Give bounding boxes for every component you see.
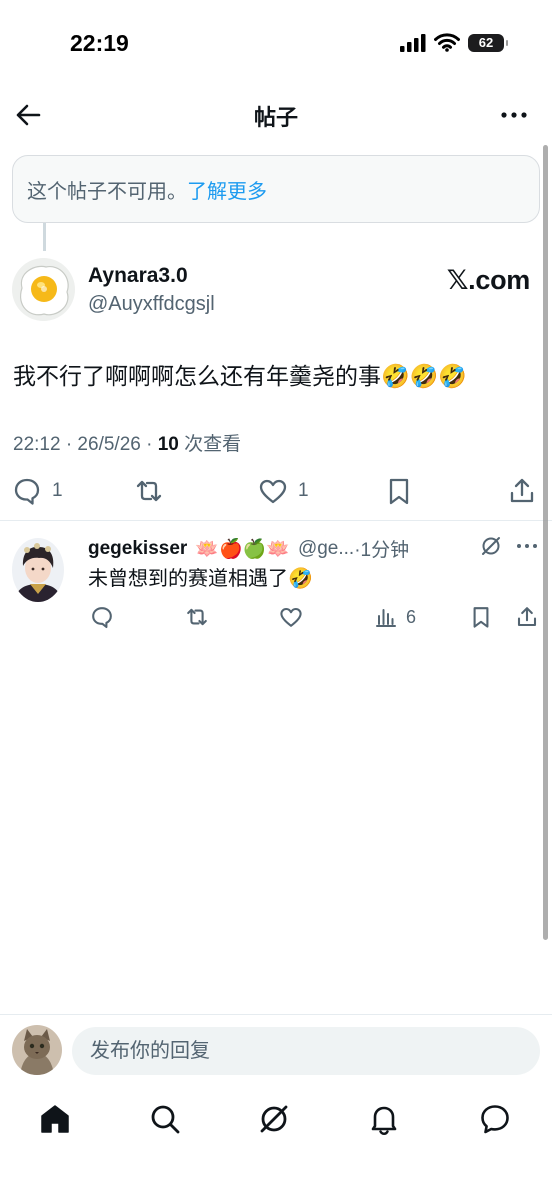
- like-count: 1: [298, 480, 309, 501]
- search-icon: [151, 1105, 180, 1134]
- author-name[interactable]: Aynara3.0: [88, 264, 188, 288]
- heart-icon: [259, 479, 287, 504]
- cat-avatar-image: [12, 1025, 62, 1075]
- reply-text: 未曾想到的赛道相遇了🤣: [88, 568, 313, 590]
- retweet-icon: [136, 480, 162, 502]
- more-horizontal-icon: [517, 544, 537, 548]
- reply-views-button[interactable]: 6: [374, 605, 416, 629]
- bar-chart-icon: [376, 609, 396, 627]
- reply-author-name[interactable]: gegekisser: [88, 538, 187, 560]
- author-avatar[interactable]: [12, 258, 75, 321]
- reply-author-handle[interactable]: @ge...: [298, 538, 354, 560]
- reply-author-emojis: 🪷🍎🍏🪷: [195, 538, 290, 560]
- unavailable-post-notice: 这个帖子不可用。 了解更多: [12, 155, 540, 223]
- tweet-text: 我不行了啊啊啊怎么还有年羹尧的事🤣🤣🤣: [13, 363, 467, 389]
- share-icon: [510, 478, 534, 503]
- more-horizontal-icon: [501, 112, 527, 118]
- reply-share-button[interactable]: [515, 605, 539, 629]
- more-options-button[interactable]: [500, 106, 528, 124]
- like-button[interactable]: 1: [258, 476, 309, 506]
- retweet-button[interactable]: [134, 476, 164, 506]
- x-com-watermark: 𝕏.com: [446, 265, 531, 295]
- reply-author-avatar[interactable]: [12, 538, 64, 602]
- wifi-icon: [434, 33, 460, 52]
- comment-icon: [14, 478, 40, 505]
- share-button[interactable]: [507, 476, 537, 506]
- view-count: 10: [157, 434, 179, 455]
- reply-bookmark-button[interactable]: [469, 605, 493, 629]
- reply-more-button[interactable]: [516, 540, 538, 552]
- home-icon: [41, 1105, 69, 1133]
- nav-notifications[interactable]: [367, 1102, 401, 1136]
- notice-text: 这个帖子不可用。: [27, 180, 187, 203]
- bookmark-button[interactable]: [384, 476, 414, 506]
- page-title: 帖子: [253, 105, 298, 130]
- nav-grok[interactable]: [257, 1102, 291, 1136]
- compose-divider: [0, 1014, 552, 1015]
- reply-reply-button[interactable]: [90, 605, 114, 629]
- reply-button[interactable]: 1: [12, 476, 63, 506]
- nav-search[interactable]: [148, 1102, 182, 1136]
- reply-header: gegekisser 🪷🍎🍏🪷 @ge... ·1分钟: [88, 535, 409, 562]
- status-icons: 62: [400, 33, 508, 52]
- author-handle[interactable]: @Auyxffdcgsjl: [88, 293, 215, 316]
- nav-home[interactable]: [38, 1102, 72, 1136]
- learn-more-link[interactable]: 了解更多: [187, 175, 267, 204]
- divider: [0, 520, 552, 521]
- thread-connector-line: [43, 223, 46, 251]
- message-icon: [481, 1105, 509, 1134]
- grok-icon: [482, 537, 500, 555]
- reply-time: ·1分钟: [354, 540, 410, 561]
- reply-compose-input[interactable]: [72, 1027, 540, 1075]
- anime-character-avatar-image: [12, 538, 64, 602]
- reply-count: 1: [52, 480, 63, 501]
- status-time: 22:19: [70, 30, 129, 56]
- heart-icon: [280, 607, 302, 627]
- nav-messages[interactable]: [478, 1102, 512, 1136]
- tweet-meta: 22:12 · 26/5/26 · 10 次查看: [13, 429, 241, 456]
- reply-retweet-button[interactable]: [185, 605, 209, 629]
- bookmark-icon: [473, 607, 489, 628]
- view-label: 次查看: [178, 434, 242, 455]
- battery-indicator: 62: [468, 33, 508, 52]
- share-icon: [517, 607, 537, 627]
- reply-like-button[interactable]: [279, 605, 303, 629]
- comment-icon: [92, 607, 112, 629]
- retweet-icon: [187, 608, 207, 626]
- scrollbar[interactable]: [543, 145, 548, 940]
- bell-icon: [371, 1106, 397, 1136]
- bookmark-icon: [389, 478, 409, 505]
- grok-icon: [260, 1105, 288, 1133]
- reply-view-count: 6: [406, 606, 417, 627]
- current-user-avatar[interactable]: [12, 1025, 62, 1075]
- fried-egg-avatar-image: [12, 258, 75, 321]
- grok-button[interactable]: [480, 535, 502, 557]
- tweet-timestamp: 22:12 · 26/5/26 ·: [13, 434, 158, 455]
- cellular-signal-icon: [400, 33, 426, 52]
